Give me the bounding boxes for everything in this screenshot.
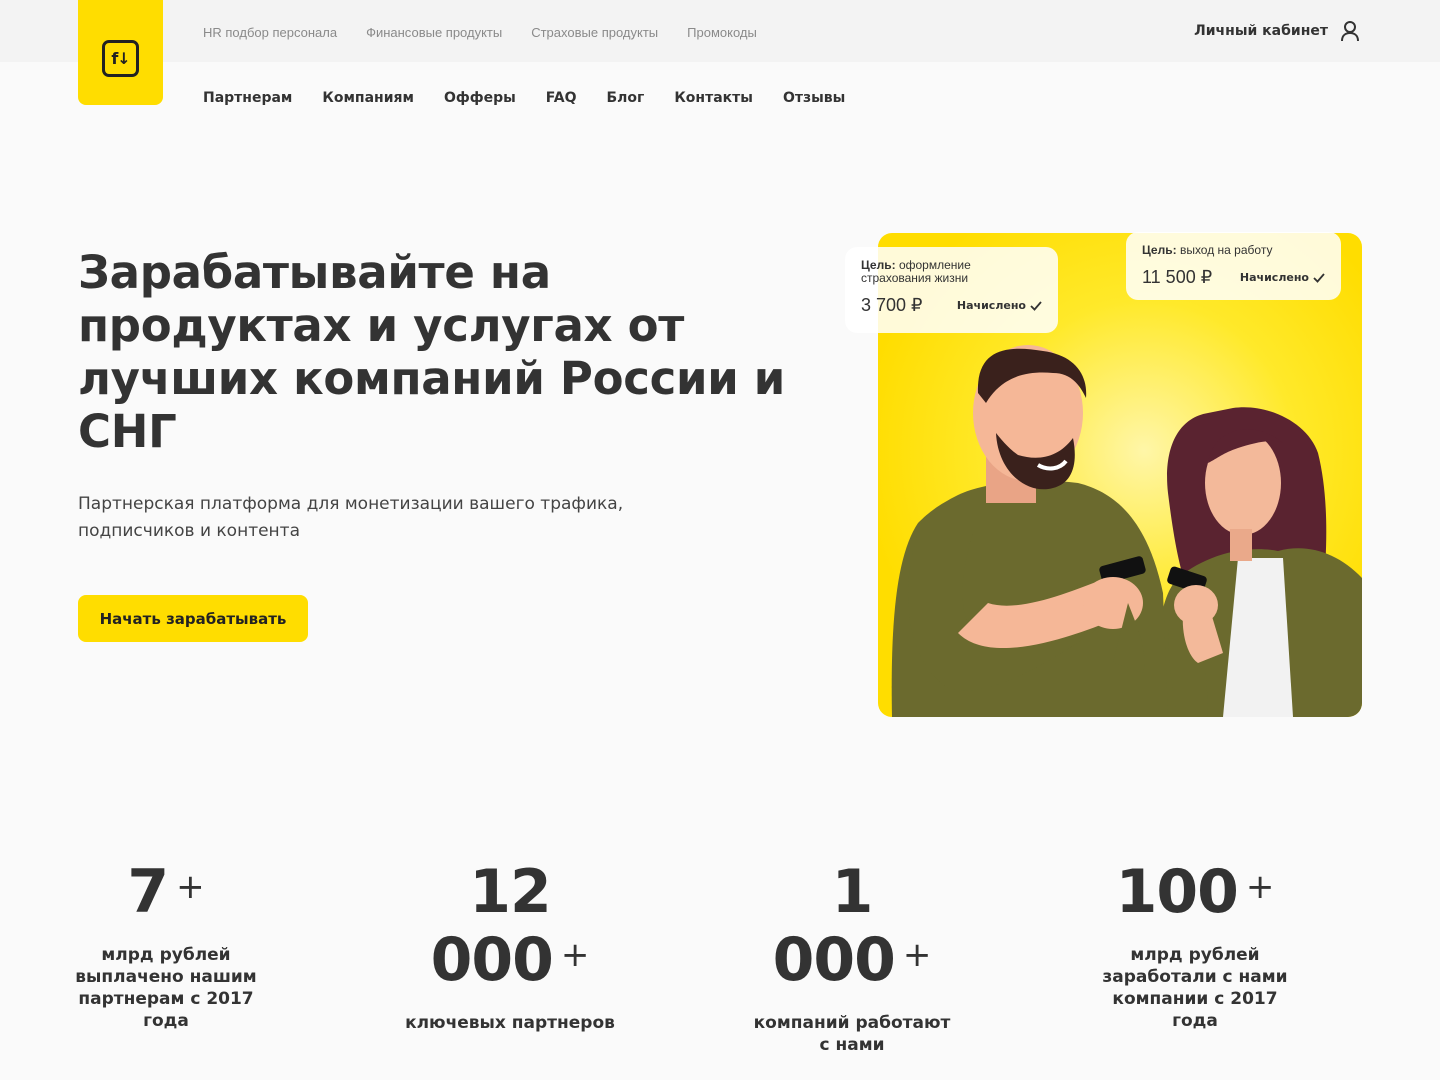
nav-contacts[interactable]: Контакты xyxy=(674,90,753,106)
check-icon xyxy=(1030,300,1042,311)
stat-number: 1 000 xyxy=(772,857,896,995)
check-icon xyxy=(1313,272,1325,283)
card-status: Начислено xyxy=(1240,271,1325,284)
user-icon xyxy=(1341,21,1359,42)
stat-label: млрд рублей выплачено нашим партнерам с … xyxy=(75,945,257,1031)
stat-plus: + xyxy=(902,935,932,975)
nav-faq[interactable]: FAQ xyxy=(546,90,577,106)
topnav-hr[interactable]: HR подбор персонала xyxy=(203,25,337,40)
card-goal: Цель: выход на работу xyxy=(1142,244,1325,257)
reward-card-job: Цель: выход на работу 11 500 ₽ Начислено xyxy=(1126,232,1341,300)
hero-subtitle: Партнерская платформа для монетизации ва… xyxy=(78,494,624,541)
nav-partners[interactable]: Партнерам xyxy=(203,90,292,106)
nav-blog[interactable]: Блог xyxy=(607,90,645,106)
stat-number: 12 000 xyxy=(430,857,554,995)
stat-number: 7 xyxy=(127,857,169,927)
card-goal-label: Цель: xyxy=(861,258,896,272)
card-amount: 3 700 ₽ xyxy=(861,295,923,315)
stat-label: ключевых партнеров xyxy=(405,1013,615,1033)
stat-plus: + xyxy=(1245,867,1275,907)
stat-number: 100 xyxy=(1115,857,1239,927)
topnav-promocodes[interactable]: Промокоды xyxy=(687,25,757,40)
card-status-label: Начислено xyxy=(956,299,1026,312)
top-nav: HR подбор персонала Финансовые продукты … xyxy=(203,25,757,40)
stat-plus: + xyxy=(560,935,590,975)
stat-label: компаний работают с нами xyxy=(753,1013,951,1055)
reward-card-insurance: Цель: оформление страхования жизни 3 700… xyxy=(845,247,1058,333)
stat-partners: 12 000 + ключевых партнеров xyxy=(395,858,625,1034)
topnav-insurance[interactable]: Страховые продукты xyxy=(531,25,658,40)
stat-payouts: 7 + млрд рублей выплачено нашим партнерам… xyxy=(66,858,266,1032)
main-nav: Партнерам Компаниям Офферы FAQ Блог Конт… xyxy=(203,90,845,106)
account-link[interactable]: Личный кабинет xyxy=(1194,20,1360,42)
stat-earnings: 100 + млрд рублей заработали с нами компа… xyxy=(1095,858,1295,1032)
stat-plus: + xyxy=(176,867,205,907)
card-goal: Цель: оформление страхования жизни xyxy=(861,259,1042,285)
nav-offers[interactable]: Офферы xyxy=(444,90,516,106)
topnav-finance[interactable]: Финансовые продукты xyxy=(366,25,502,40)
stat-companies: 1 000 + компаний работают с нами xyxy=(752,858,952,1056)
nav-companies[interactable]: Компаниям xyxy=(322,90,414,106)
card-amount: 11 500 ₽ xyxy=(1142,267,1213,287)
card-goal-text: выход на работу xyxy=(1179,243,1273,257)
logo-icon: f↓ xyxy=(102,40,139,77)
card-status-label: Начислено xyxy=(1239,271,1309,284)
hero-title: Зарабатывайте на продуктах и услугах от … xyxy=(78,246,786,458)
card-goal-label: Цель: xyxy=(1142,243,1177,257)
stat-label: млрд рублей заработали с нами компании с… xyxy=(1102,945,1288,1031)
card-status: Начислено xyxy=(957,299,1042,312)
nav-reviews[interactable]: Отзывы xyxy=(783,90,845,106)
start-earning-button[interactable]: Начать зарабатывать xyxy=(78,595,308,642)
logo[interactable]: f↓ xyxy=(78,0,163,105)
account-label: Личный кабинет xyxy=(1194,23,1328,39)
